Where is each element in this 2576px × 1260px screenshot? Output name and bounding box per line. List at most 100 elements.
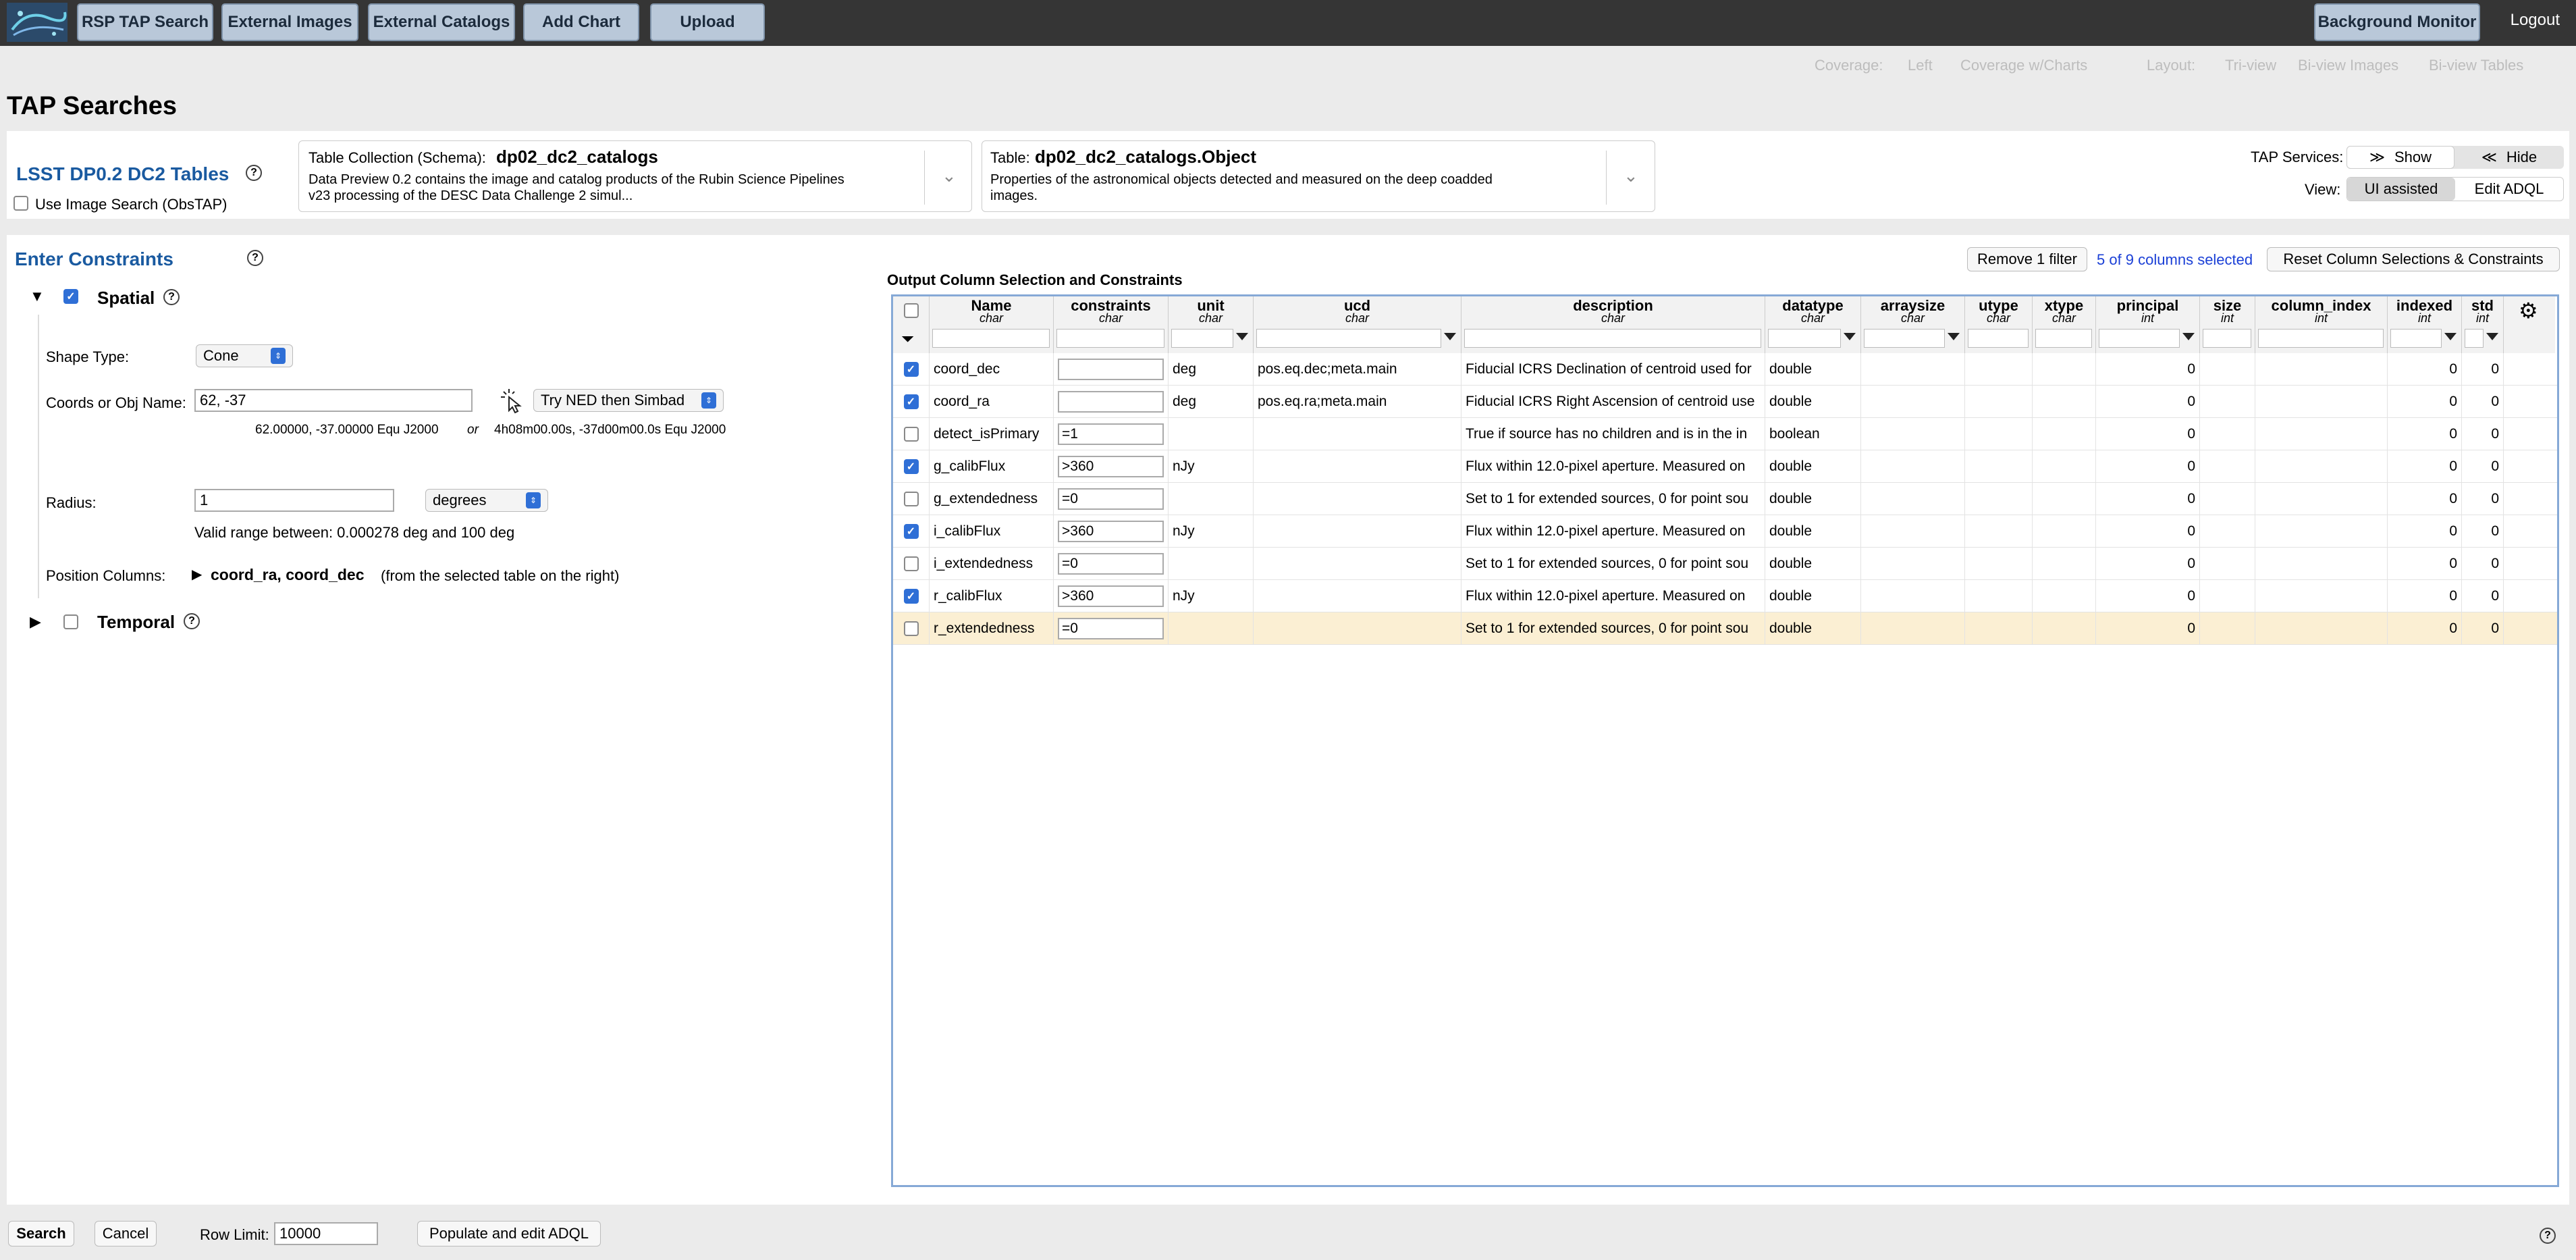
- filter-input-utype[interactable]: [1968, 329, 2029, 348]
- page-help-icon[interactable]: ?: [2540, 1228, 2556, 1244]
- populate-adql-button[interactable]: Populate and edit ADQL: [417, 1221, 601, 1246]
- row-checkbox[interactable]: [903, 492, 919, 506]
- column-header-name[interactable]: Name char: [930, 296, 1054, 324]
- dropdown-arrow-icon[interactable]: [1444, 333, 1456, 340]
- column-header-std[interactable]: std int: [2462, 296, 2504, 324]
- layout-tri-view-option[interactable]: Tri-view: [2225, 57, 2276, 74]
- cancel-button[interactable]: Cancel: [95, 1221, 157, 1246]
- row-checkbox[interactable]: [903, 556, 919, 571]
- cell-constraints[interactable]: =1: [1054, 418, 1169, 450]
- cell-constraints[interactable]: >360: [1054, 450, 1169, 483]
- constraint-input[interactable]: =0: [1058, 618, 1164, 639]
- table-row[interactable]: ✓ coord_dec deg pos.eq.dec;meta.main Fiducia…: [893, 353, 2557, 386]
- column-header-datatype[interactable]: datatype char: [1765, 296, 1861, 324]
- filter-input-datatype[interactable]: [1768, 329, 1841, 348]
- cell-constraints[interactable]: [1054, 353, 1169, 386]
- filter-input-ucd[interactable]: [1256, 329, 1441, 348]
- background-monitor-button[interactable]: Background Monitor: [2314, 3, 2480, 41]
- show-services-button[interactable]: ≫ Show: [2346, 146, 2454, 169]
- constraint-input[interactable]: >360: [1058, 585, 1164, 607]
- filter-input-arraysize[interactable]: [1864, 329, 1945, 348]
- radius-unit-select[interactable]: degrees ⇕: [425, 489, 548, 512]
- cell-constraints[interactable]: >360: [1054, 580, 1169, 612]
- column-header-indexed[interactable]: indexed int: [2388, 296, 2462, 324]
- constraint-input[interactable]: >360: [1058, 456, 1164, 477]
- constraint-input[interactable]: =0: [1058, 553, 1164, 575]
- service-help-icon[interactable]: ?: [246, 165, 262, 181]
- coords-input[interactable]: 62, -37: [194, 389, 473, 412]
- name-resolver-select[interactable]: Try NED then Simbad ⇕: [533, 389, 724, 412]
- cell-constraints[interactable]: =0: [1054, 548, 1169, 580]
- remove-filter-button[interactable]: Remove 1 filter: [1967, 247, 2087, 271]
- coverage-left-option[interactable]: Left: [1908, 57, 1933, 74]
- filter-input-indexed[interactable]: [2390, 329, 2442, 348]
- dropdown-arrow-icon[interactable]: [2486, 333, 2498, 340]
- filter-icon[interactable]: ⏷: [901, 330, 914, 349]
- column-header-constraints[interactable]: constraints char: [1054, 296, 1169, 324]
- constraint-input[interactable]: >360: [1058, 521, 1164, 542]
- external-catalogs-button[interactable]: External Catalogs: [368, 3, 515, 41]
- constraint-input[interactable]: =1: [1058, 423, 1164, 445]
- upload-button[interactable]: Upload: [650, 3, 765, 41]
- filter-input-unit[interactable]: [1171, 329, 1233, 348]
- table-row[interactable]: ✓ g_calibFlux >360 nJy Flux within 12.0-pixe…: [893, 450, 2557, 483]
- row-checkbox[interactable]: ✓: [903, 459, 919, 474]
- table-row[interactable]: r_extendedness =0 Set to 1 for extended so…: [893, 612, 2557, 645]
- column-header-description[interactable]: description char: [1461, 296, 1765, 324]
- column-header-xtype[interactable]: xtype char: [2033, 296, 2096, 324]
- constraint-input[interactable]: [1058, 391, 1164, 413]
- column-header-utype[interactable]: utype char: [1965, 296, 2033, 324]
- row-checkbox[interactable]: ✓: [903, 362, 919, 377]
- layout-bi-tables-option[interactable]: Bi-view Tables: [2429, 57, 2523, 74]
- chevron-down-icon[interactable]: ⌄: [1624, 165, 1638, 186]
- columns-selected-link[interactable]: 5 of 9 columns selected: [2097, 251, 2253, 269]
- shape-type-select[interactable]: Cone ⇕: [196, 344, 293, 367]
- cell-constraints[interactable]: >360: [1054, 515, 1169, 548]
- filter-input-size[interactable]: [2203, 329, 2251, 348]
- filter-input-column-index[interactable]: [2258, 329, 2384, 348]
- dropdown-arrow-icon[interactable]: [1844, 333, 1856, 340]
- filter-input-description[interactable]: [1464, 329, 1761, 348]
- search-button[interactable]: Search: [8, 1221, 74, 1246]
- filter-input-constraints[interactable]: [1056, 329, 1164, 348]
- row-checkbox[interactable]: [903, 621, 919, 636]
- row-limit-input[interactable]: 10000: [274, 1222, 378, 1245]
- click-to-select-icon[interactable]: [500, 388, 525, 413]
- temporal-checkbox[interactable]: [63, 614, 78, 629]
- table-row[interactable]: i_extendedness =0 Set to 1 for extended so…: [893, 548, 2557, 580]
- rsp-tap-search-button[interactable]: RSP TAP Search: [77, 3, 213, 41]
- ui-assisted-button[interactable]: UI assisted: [2347, 178, 2455, 201]
- radius-input[interactable]: 1: [194, 489, 394, 512]
- constraint-input[interactable]: =0: [1058, 488, 1164, 510]
- app-logo-icon[interactable]: [7, 3, 68, 42]
- triangle-right-icon[interactable]: ▶: [192, 566, 202, 583]
- triangle-right-icon[interactable]: ▶: [30, 613, 41, 631]
- filter-input-name[interactable]: [932, 329, 1050, 348]
- column-header-arraysize[interactable]: arraysize char: [1861, 296, 1965, 324]
- column-header-ucd[interactable]: ucd char: [1254, 296, 1461, 324]
- use-image-search-checkbox[interactable]: [14, 196, 28, 211]
- edit-adql-button[interactable]: Edit ADQL: [2455, 178, 2563, 201]
- dropdown-arrow-icon[interactable]: [2182, 333, 2195, 340]
- column-header-unit[interactable]: unit char: [1169, 296, 1254, 324]
- column-header-size[interactable]: size int: [2200, 296, 2255, 324]
- row-checkbox[interactable]: ✓: [903, 394, 919, 409]
- chevron-down-icon[interactable]: ⌄: [942, 165, 957, 186]
- dropdown-arrow-icon[interactable]: [1236, 333, 1248, 340]
- external-images-button[interactable]: External Images: [221, 3, 358, 41]
- row-checkbox[interactable]: ✓: [903, 524, 919, 539]
- table-row[interactable]: ✓ r_calibFlux >360 nJy Flux within 12.0-pixe…: [893, 580, 2557, 612]
- spatial-help-icon[interactable]: ?: [163, 289, 180, 305]
- filter-input-principal[interactable]: [2099, 329, 2180, 348]
- triangle-down-icon[interactable]: ▼: [30, 288, 45, 305]
- cell-constraints[interactable]: [1054, 386, 1169, 418]
- constraints-help-icon[interactable]: ?: [247, 250, 263, 266]
- spatial-checkbox[interactable]: ✓: [63, 289, 78, 304]
- cell-constraints[interactable]: =0: [1054, 483, 1169, 515]
- table-row[interactable]: ✓ coord_ra deg pos.eq.ra;meta.main Fiducial …: [893, 386, 2557, 418]
- select-all-checkbox[interactable]: [904, 303, 919, 318]
- column-header-principal[interactable]: principal int: [2096, 296, 2200, 324]
- schema-selector[interactable]: Table Collection (Schema): dp02_dc2_cata…: [298, 140, 972, 212]
- add-chart-button[interactable]: Add Chart: [523, 3, 639, 41]
- table-row[interactable]: ✓ i_calibFlux >360 nJy Flux within 12.0-pixe…: [893, 515, 2557, 548]
